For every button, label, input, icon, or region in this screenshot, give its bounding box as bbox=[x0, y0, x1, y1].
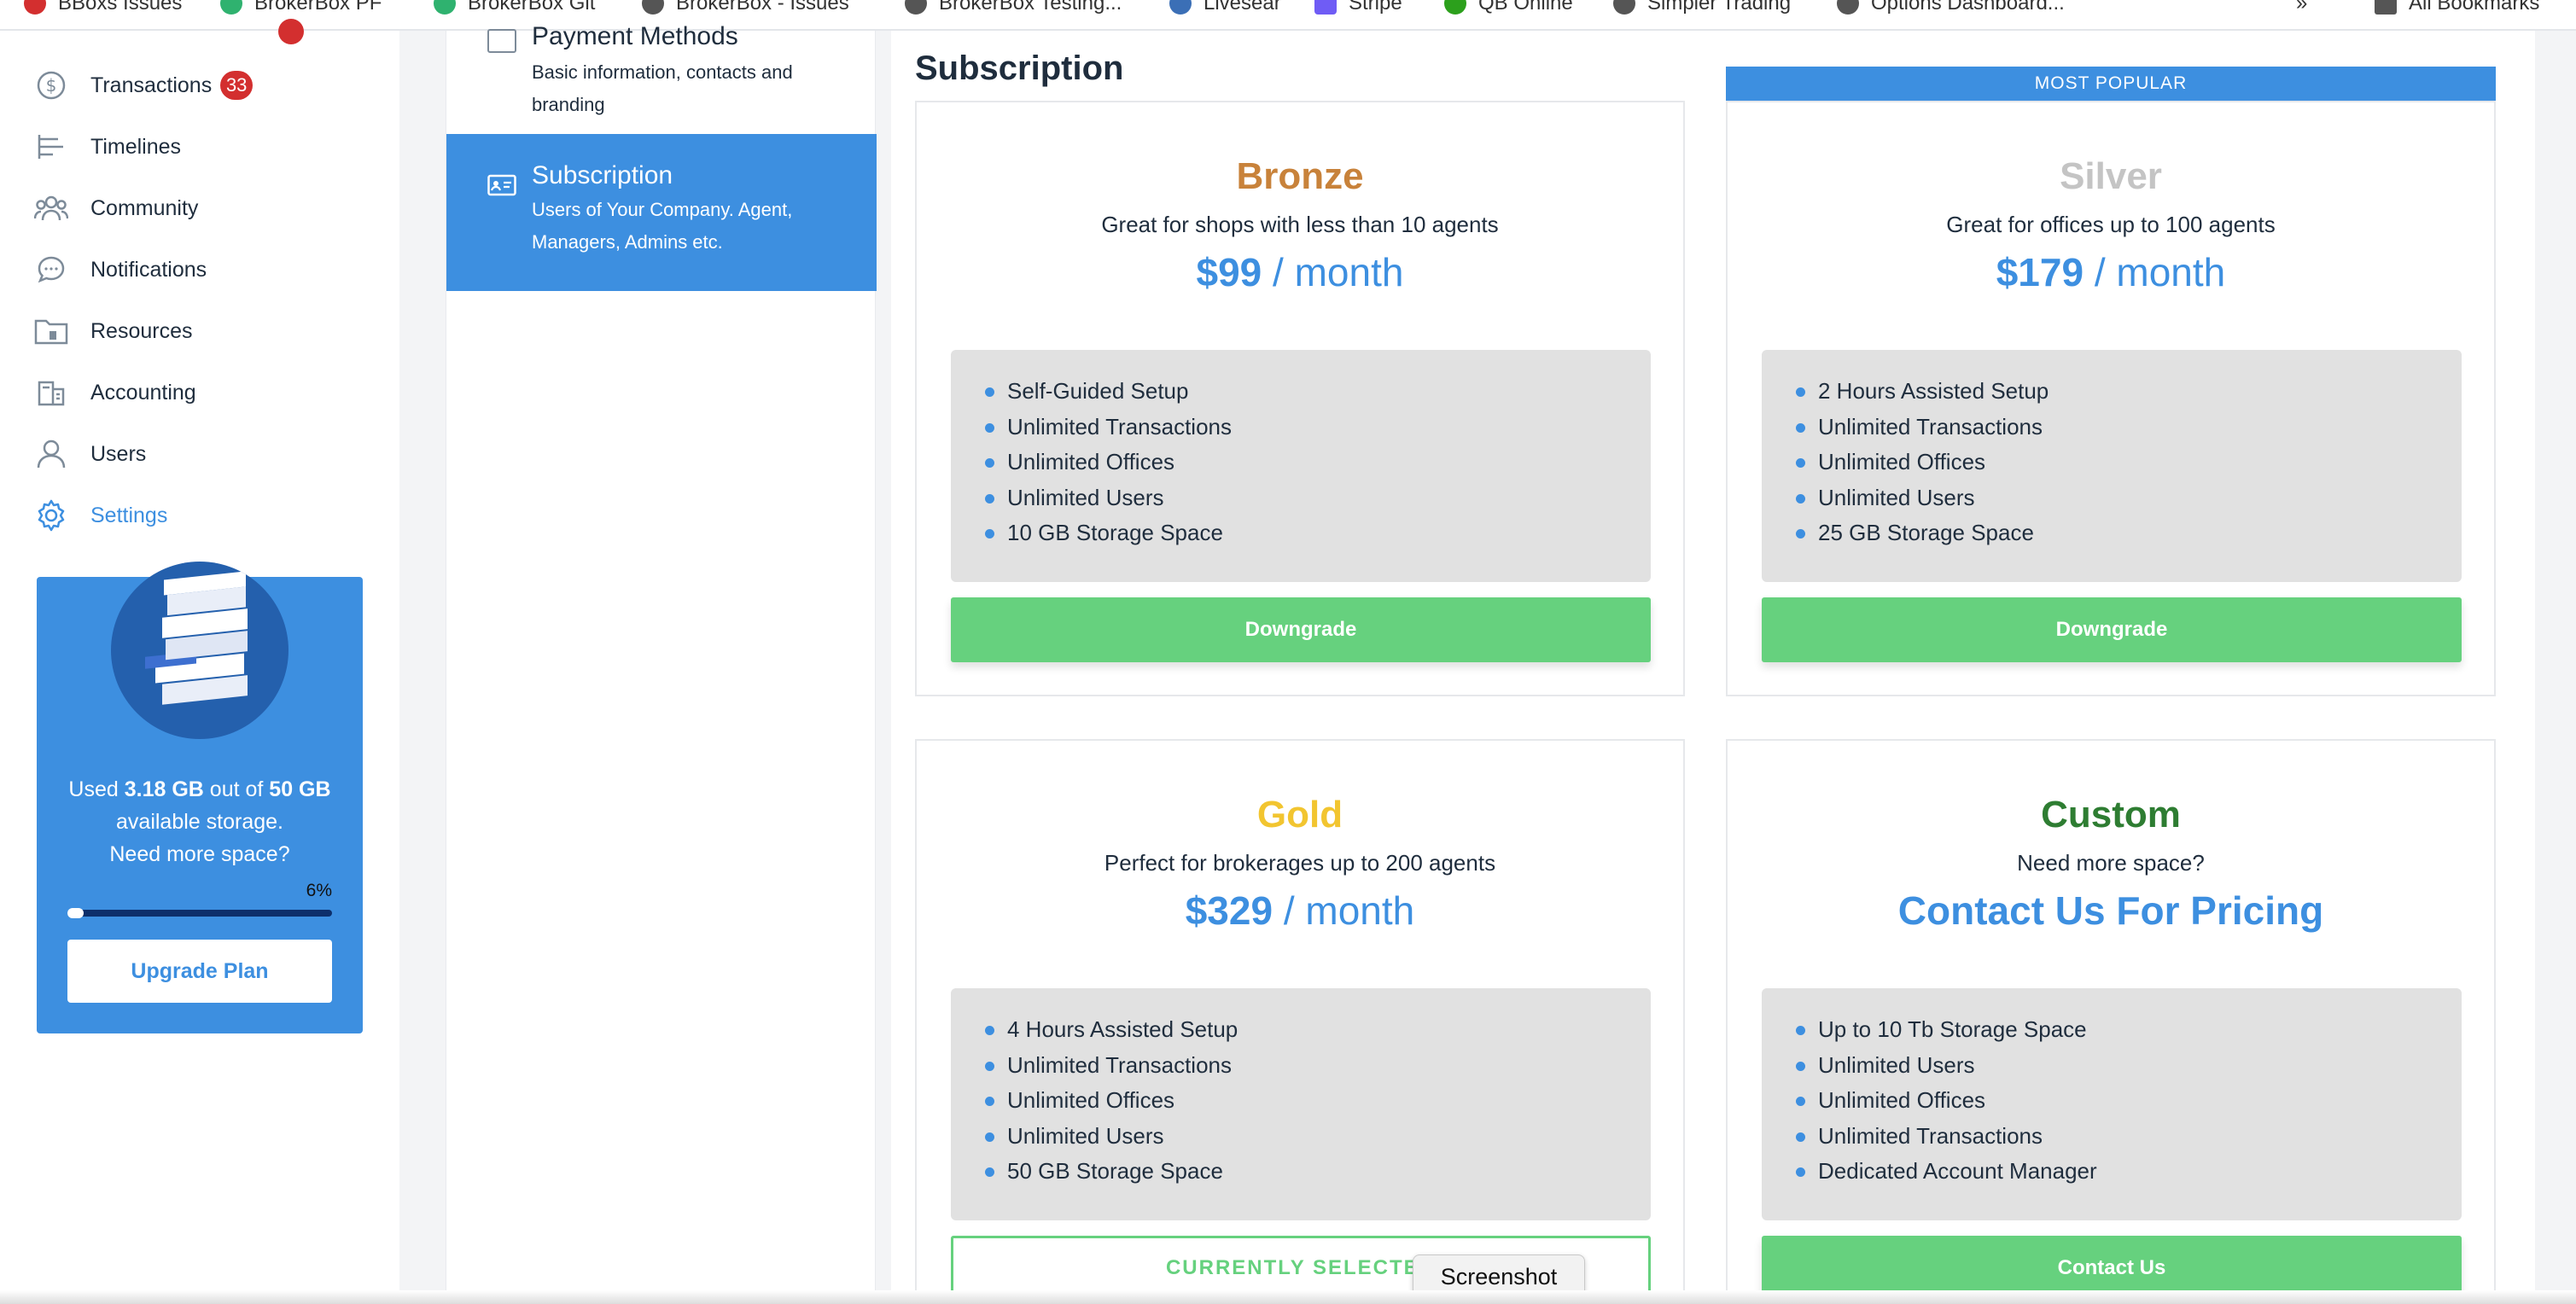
feature-item: Unlimited Offices bbox=[983, 445, 1651, 480]
vue-icon bbox=[220, 0, 242, 15]
upgrade-plan-button[interactable]: Upgrade Plan bbox=[67, 940, 332, 1003]
storage-usage-card: Used 3.18 GB out of 50 GB available stor… bbox=[37, 562, 363, 1033]
github-icon bbox=[905, 0, 927, 15]
bookmark-livesear[interactable]: Livesear bbox=[1169, 0, 1281, 20]
feature-item: Unlimited Users bbox=[1794, 1048, 2462, 1084]
contact-pricing-heading: Contact Us For Pricing bbox=[1897, 888, 2324, 933]
folder-icon bbox=[2375, 0, 2397, 15]
plan-card-bronze: Bronze Great for shops with less than 10… bbox=[915, 101, 1685, 696]
plan-card-gold: Gold Perfect for brokerages up to 200 ag… bbox=[915, 739, 1685, 1304]
bookmark-brokerbox-pf[interactable]: BrokerBox PF bbox=[220, 0, 382, 20]
community-icon bbox=[34, 191, 68, 225]
document-stack-illustration bbox=[111, 562, 288, 739]
chat-bubble-icon bbox=[34, 253, 68, 287]
feature-item: Unlimited Transactions bbox=[983, 410, 1651, 445]
sidebar-item-timelines[interactable]: Timelines bbox=[34, 126, 181, 167]
sidebar-item-users[interactable]: Users bbox=[34, 434, 146, 474]
plan-price: $99 / month bbox=[1196, 250, 1404, 294]
feature-item: Dedicated Account Manager bbox=[1794, 1154, 2462, 1190]
silver-downgrade-button[interactable]: Downgrade bbox=[1762, 597, 2462, 662]
settings-menu-payment-methods[interactable]: Payment Methods Basic information, conta… bbox=[446, 0, 877, 133]
feature-item: Unlimited Users bbox=[1794, 480, 2462, 516]
bookmark-brokerbox-testing[interactable]: BrokerBox Testing... bbox=[905, 0, 1122, 20]
github-icon bbox=[1837, 0, 1859, 15]
plan-name: Custom bbox=[2041, 794, 2181, 835]
feature-item: Unlimited Users bbox=[983, 480, 1651, 516]
stripe-icon bbox=[1314, 0, 1337, 15]
sidebar-item-resources[interactable]: Resources bbox=[34, 311, 193, 352]
plan-features-list: Self-Guided Setup Unlimited Transactions… bbox=[951, 350, 1651, 582]
bronze-downgrade-button[interactable]: Downgrade bbox=[951, 597, 1651, 662]
feature-item: Unlimited Transactions bbox=[983, 1048, 1651, 1084]
subscription-page: Subscription Bronze Great for shops with… bbox=[891, 31, 2535, 1304]
folder-icon bbox=[34, 314, 68, 348]
plan-price: $179 / month bbox=[1996, 250, 2226, 294]
bookmark-options-dashboard[interactable]: Options Dashboard... bbox=[1837, 0, 2065, 20]
plan-card-silver: MOST POPULAR Silver Great for offices up… bbox=[1726, 67, 2496, 696]
page-title: Subscription bbox=[915, 49, 1124, 87]
most-popular-ribbon: MOST POPULAR bbox=[1726, 67, 2496, 101]
storage-progress-fill bbox=[67, 908, 84, 918]
sidebar-item-community[interactable]: Community bbox=[34, 188, 198, 229]
transactions-count-badge: 33 bbox=[220, 71, 254, 100]
plan-subtitle: Great for shops with less than 10 agents bbox=[1101, 212, 1499, 237]
qb-icon bbox=[1444, 0, 1466, 15]
bookmark-all-bookmarks[interactable]: All Bookmarks bbox=[2375, 0, 2539, 20]
bookmark-qb-online[interactable]: QB Online bbox=[1444, 0, 1573, 20]
feature-item: Unlimited Users bbox=[983, 1119, 1651, 1155]
feature-item: Unlimited Offices bbox=[1794, 445, 2462, 480]
bookmarks-bar: BBoxs Issues BrokerBox PF BrokerBox Git … bbox=[0, 0, 2576, 31]
wordpress-icon bbox=[1169, 0, 1192, 15]
plan-subtitle: Need more space? bbox=[2017, 850, 2205, 876]
feature-item: Unlimited Offices bbox=[1794, 1083, 2462, 1119]
sidebar-item-transactions[interactable]: $ Transactions 33 bbox=[34, 65, 254, 106]
feature-item: Up to 10 Tb Storage Space bbox=[1794, 1012, 2462, 1048]
user-icon bbox=[34, 437, 68, 471]
settings-menu: Payment Methods Basic information, conta… bbox=[446, 22, 877, 1304]
feature-item: Self-Guided Setup bbox=[983, 374, 1651, 410]
timeline-icon bbox=[34, 130, 68, 164]
sidebar-item-notifications[interactable]: Notifications bbox=[34, 249, 207, 290]
sidebar: $ Transactions 33 Timelines Community No… bbox=[0, 19, 399, 1304]
shield-icon bbox=[24, 0, 46, 15]
feature-item: 2 Hours Assisted Setup bbox=[1794, 374, 2462, 410]
window-bottom-edge bbox=[0, 1290, 2576, 1304]
plan-features-list: Up to 10 Tb Storage Space Unlimited User… bbox=[1762, 988, 2462, 1220]
gear-icon bbox=[34, 498, 68, 533]
plan-price: $329 / month bbox=[1185, 888, 1415, 933]
plan-card-custom: Custom Need more space? Contact Us For P… bbox=[1726, 739, 2496, 1304]
storage-percent-label: 6% bbox=[306, 881, 332, 900]
plan-features-list: 4 Hours Assisted Setup Unlimited Transac… bbox=[951, 988, 1651, 1220]
storage-progress-bar bbox=[67, 908, 332, 918]
feature-item: 4 Hours Assisted Setup bbox=[983, 1012, 1651, 1048]
accounting-icon bbox=[34, 375, 68, 410]
settings-menu-subscription[interactable]: Subscription Users of Your Company. Agen… bbox=[446, 134, 877, 291]
bookmarks-overflow-chevron[interactable]: » bbox=[2296, 0, 2307, 20]
plan-name: Bronze bbox=[1236, 155, 1364, 197]
feature-item: 50 GB Storage Space bbox=[983, 1154, 1651, 1190]
feature-item: Unlimited Transactions bbox=[1794, 1119, 2462, 1155]
svg-text:$: $ bbox=[46, 75, 57, 96]
plan-name: Gold bbox=[1256, 794, 1343, 835]
feature-item: 10 GB Storage Space bbox=[983, 515, 1651, 551]
credit-card-icon bbox=[487, 29, 516, 53]
id-card-icon bbox=[487, 173, 516, 197]
plan-features-list: 2 Hours Assisted Setup Unlimited Transac… bbox=[1762, 350, 2462, 582]
notification-badge-partial bbox=[278, 19, 304, 44]
bookmark-simpler-trading[interactable]: Simpler Trading bbox=[1613, 0, 1791, 20]
sidebar-item-accounting[interactable]: Accounting bbox=[34, 372, 196, 413]
plan-subtitle: Perfect for brokerages up to 200 agents bbox=[1104, 850, 1496, 876]
bookmark-stripe[interactable]: Stripe bbox=[1314, 0, 1402, 20]
storage-usage-text: Used 3.18 GB out of 50 GB available stor… bbox=[68, 777, 331, 866]
plan-subtitle: Great for offices up to 100 agents bbox=[1946, 212, 2276, 237]
plan-name: Silver bbox=[2060, 155, 2162, 197]
chevron-icon: » bbox=[2296, 0, 2308, 15]
sidebar-item-settings[interactable]: Settings bbox=[34, 495, 167, 536]
feature-item: Unlimited Offices bbox=[983, 1083, 1651, 1119]
dollar-icon: $ bbox=[34, 68, 68, 102]
feature-item: Unlimited Transactions bbox=[1794, 410, 2462, 445]
feature-item: 25 GB Storage Space bbox=[1794, 515, 2462, 551]
github-icon bbox=[1613, 0, 1635, 15]
bookmark-bboxs-issues[interactable]: BBoxs Issues bbox=[24, 0, 182, 20]
